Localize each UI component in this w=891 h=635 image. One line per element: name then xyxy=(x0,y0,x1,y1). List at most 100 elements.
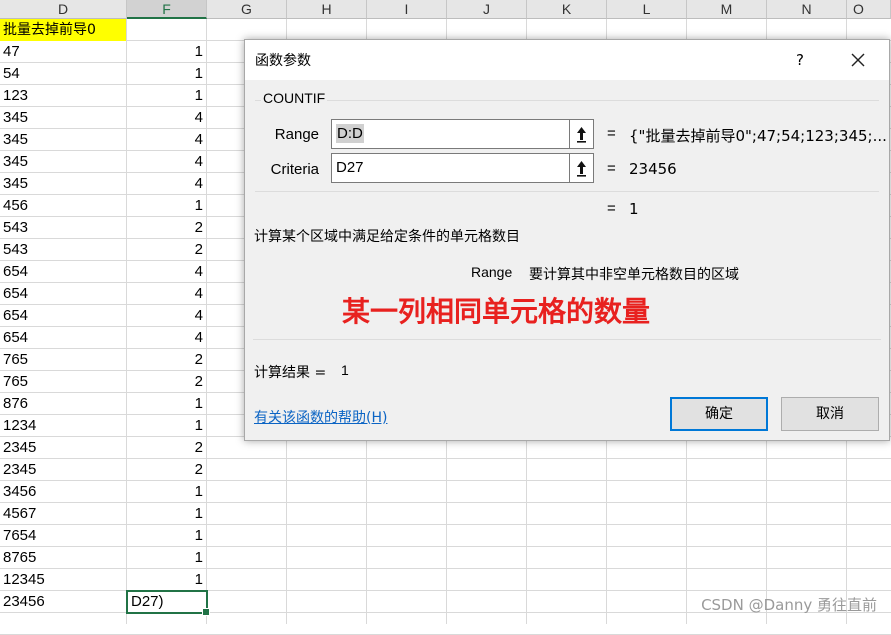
cell-f[interactable]: 2 xyxy=(127,239,207,261)
cell-d[interactable]: 4567 xyxy=(0,503,126,525)
cell-d[interactable]: 3456 xyxy=(0,481,126,503)
cell-f[interactable]: 1 xyxy=(127,85,207,107)
help-button[interactable]: ? xyxy=(785,48,815,72)
criteria-collapse-button[interactable] xyxy=(569,153,594,183)
dialog-title: 函数参数 xyxy=(255,53,311,69)
range-result: {"批量去掉前导0";47;54;123;345;... xyxy=(629,127,887,145)
cell-f[interactable]: 2 xyxy=(127,217,207,239)
range-label: Range xyxy=(274,126,319,143)
cell-d[interactable]: 2345 xyxy=(0,459,126,481)
cell-d[interactable]: 47 xyxy=(0,41,126,63)
collapse-arrow-icon xyxy=(577,161,586,177)
formula-result: 1 xyxy=(629,200,639,218)
arg-help-name: Range xyxy=(471,264,513,280)
function-description: 计算某个区域中满足给定条件的单元格数目 xyxy=(254,229,520,245)
cell-d[interactable]: 765 xyxy=(0,349,126,371)
criteria-input[interactable]: D27 xyxy=(331,153,571,183)
criteria-input-value: D27 xyxy=(336,159,364,176)
close-icon xyxy=(851,53,865,67)
cell-d[interactable]: 876 xyxy=(0,393,126,415)
cell-f[interactable]: 1 xyxy=(127,41,207,63)
result-label: 计算结果 = xyxy=(254,365,327,381)
collapse-arrow-icon xyxy=(577,127,586,143)
cell-f[interactable]: 4 xyxy=(127,283,207,305)
function-help-link[interactable]: 有关该函数的帮助(H) xyxy=(254,407,387,427)
range-collapse-button[interactable] xyxy=(569,119,594,149)
cell-d[interactable]: 345 xyxy=(0,151,126,173)
column-header-j[interactable]: J xyxy=(447,0,527,19)
active-cell-text: D27) xyxy=(131,593,164,610)
function-name: COUNTIF xyxy=(261,90,328,106)
cell-d[interactable]: 1234 xyxy=(0,415,126,437)
dialog-titlebar[interactable]: 函数参数 ? xyxy=(245,40,889,80)
column-header-m[interactable]: M xyxy=(687,0,767,19)
range-input[interactable]: D:D xyxy=(331,119,571,149)
cell-d[interactable]: 2345 xyxy=(0,437,126,459)
cell-f[interactable]: 4 xyxy=(127,129,207,151)
cell-f[interactable]: 2 xyxy=(127,459,207,481)
cell-d[interactable]: 456 xyxy=(0,195,126,217)
cell-f[interactable]: 2 xyxy=(127,437,207,459)
cell-d[interactable]: 543 xyxy=(0,239,126,261)
header-cell-d[interactable]: 批量去掉前导0 xyxy=(0,19,126,41)
cell-f[interactable]: 4 xyxy=(127,261,207,283)
fill-handle[interactable] xyxy=(202,608,210,616)
cell-f[interactable]: 1 xyxy=(127,195,207,217)
column-header-l[interactable]: L xyxy=(607,0,687,19)
cell-f[interactable]: 1 xyxy=(127,393,207,415)
cell-d[interactable]: 654 xyxy=(0,327,126,349)
column-header-g[interactable]: G xyxy=(207,0,287,19)
active-cell-f[interactable]: D27) xyxy=(126,590,210,616)
cell-f[interactable]: 1 xyxy=(127,63,207,85)
cell-f[interactable]: 4 xyxy=(127,327,207,349)
result-value: 1 xyxy=(341,362,349,378)
cell-f[interactable]: 4 xyxy=(127,151,207,173)
column-header-o[interactable]: O xyxy=(847,0,891,19)
cell-d[interactable]: 8765 xyxy=(0,547,126,569)
cell-d[interactable]: 123 xyxy=(0,85,126,107)
column-header-i[interactable]: I xyxy=(367,0,447,19)
column-header-f[interactable]: F xyxy=(127,0,207,19)
cell-d[interactable]: 543 xyxy=(0,217,126,239)
arg-help-text: 要计算其中非空单元格数目的区域 xyxy=(529,267,739,283)
cell-f[interactable]: 4 xyxy=(127,305,207,327)
cell-f[interactable]: 1 xyxy=(127,569,207,591)
cell-f[interactable]: 1 xyxy=(127,503,207,525)
criteria-result: 23456 xyxy=(629,160,677,178)
range-equals: = xyxy=(607,125,616,142)
column-header-d[interactable]: D xyxy=(0,0,127,19)
cell-f[interactable]: 4 xyxy=(127,173,207,195)
cell-f[interactable]: 1 xyxy=(127,525,207,547)
red-annotation: 某一列相同单元格的数量 xyxy=(342,295,651,328)
cell-d[interactable]: 12345 xyxy=(0,569,126,591)
cell-d-last[interactable]: 23456 xyxy=(0,591,126,613)
divider xyxy=(253,339,881,340)
cell-f[interactable]: 1 xyxy=(127,415,207,437)
column-header-k[interactable]: K xyxy=(527,0,607,19)
cell-d[interactable]: 654 xyxy=(0,305,126,327)
cell-d[interactable]: 345 xyxy=(0,107,126,129)
cell-f[interactable]: 1 xyxy=(127,481,207,503)
function-arguments-dialog: 函数参数 ? COUNTIF Range D:D = {"批量去掉前导0";47… xyxy=(244,39,890,441)
cell-f[interactable]: 1 xyxy=(127,547,207,569)
cell-d[interactable]: 7654 xyxy=(0,525,126,547)
cell-d[interactable]: 654 xyxy=(0,261,126,283)
formula-equals: = xyxy=(607,200,616,217)
cell-d[interactable]: 765 xyxy=(0,371,126,393)
cell-f[interactable]: 2 xyxy=(127,349,207,371)
cell-f[interactable]: 2 xyxy=(127,371,207,393)
cell-d[interactable]: 345 xyxy=(0,129,126,151)
cancel-button[interactable]: 取消 xyxy=(781,397,879,431)
close-button[interactable] xyxy=(843,46,873,74)
column-header-n[interactable]: N xyxy=(767,0,847,19)
cell-f[interactable]: 4 xyxy=(127,107,207,129)
column-header-h[interactable]: H xyxy=(287,0,367,19)
watermark: CSDN @Danny 勇往直前 xyxy=(701,596,877,614)
criteria-equals: = xyxy=(607,160,616,177)
cell-d[interactable]: 654 xyxy=(0,283,126,305)
cell-d[interactable]: 345 xyxy=(0,173,126,195)
ok-button[interactable]: 确定 xyxy=(670,397,768,431)
criteria-label: Criteria xyxy=(270,161,319,178)
range-input-value: D:D xyxy=(336,124,364,143)
cell-d[interactable]: 54 xyxy=(0,63,126,85)
